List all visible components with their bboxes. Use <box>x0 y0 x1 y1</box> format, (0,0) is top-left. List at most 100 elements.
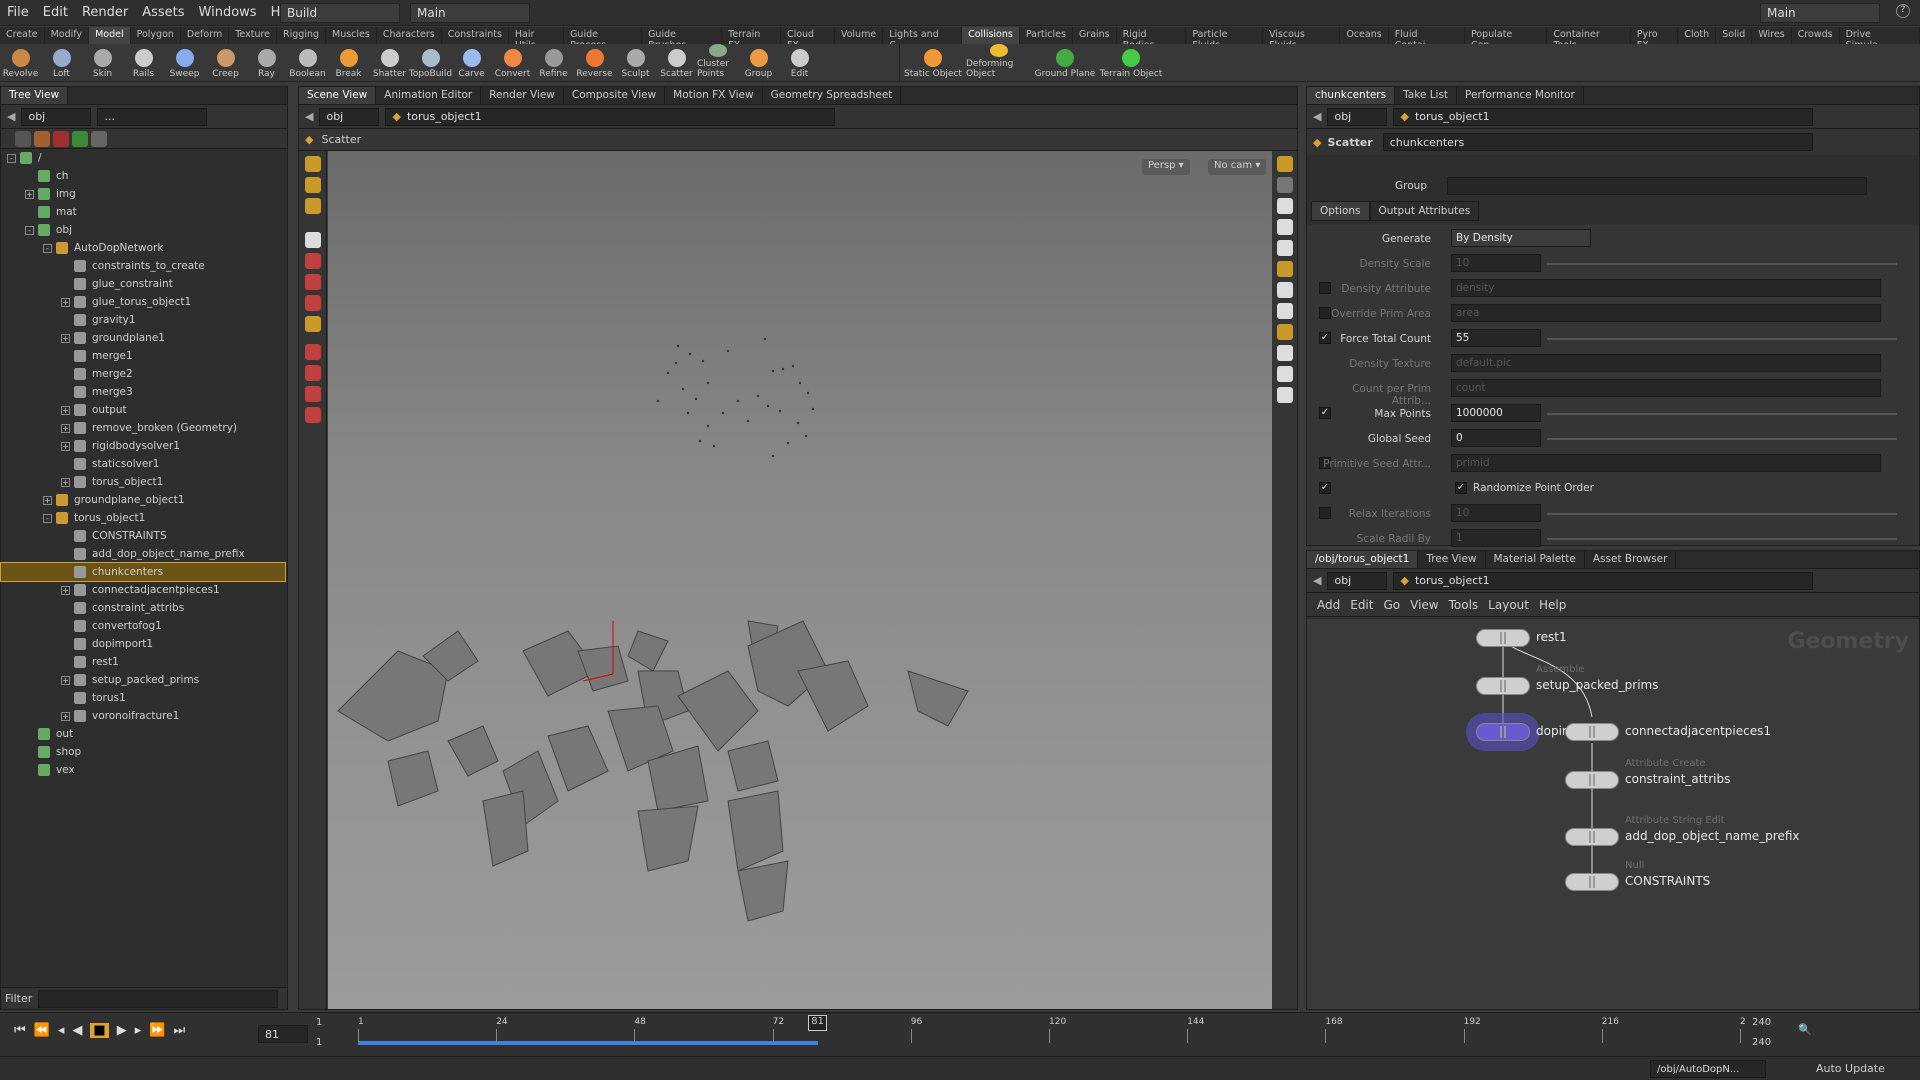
ghost-icon[interactable] <box>1276 324 1293 340</box>
display-options-icon[interactable] <box>1276 156 1293 172</box>
tree-row[interactable]: + output <box>1 401 285 419</box>
tree-row[interactable]: mat <box>1 203 285 221</box>
camera-icon[interactable] <box>1276 177 1293 193</box>
expand-icon[interactable]: + <box>43 495 52 505</box>
params-back-icon[interactable]: ◀ <box>1313 110 1321 123</box>
param-field[interactable]: By Density <box>1451 229 1591 247</box>
expand-icon[interactable]: + <box>61 711 70 721</box>
desktop-right-select[interactable]: Main <box>1760 2 1880 23</box>
tree-row[interactable]: - AutoDopNetwork <box>1 239 285 257</box>
tool-static-object[interactable]: Static Object <box>900 44 966 81</box>
tree-row[interactable]: constraint_attribs <box>1 599 285 617</box>
tree-row[interactable]: torus1 <box>1 689 285 707</box>
expand-icon[interactable]: + <box>61 405 70 415</box>
shelf-tab-guide-process[interactable]: Guide Process <box>564 27 643 51</box>
expand-icon[interactable]: + <box>61 441 70 451</box>
network-menu-add[interactable]: Add <box>1317 598 1340 612</box>
param-field[interactable]: 1000000 <box>1451 404 1541 422</box>
shelf-tab-cloth[interactable]: Cloth <box>1678 27 1717 44</box>
param-field[interactable]: default.pic <box>1451 354 1881 372</box>
tree-row[interactable]: + voronoifracture1 <box>1 707 285 725</box>
next-key-icon[interactable]: ⏩ <box>149 1023 165 1038</box>
select-arrow-icon[interactable] <box>304 232 321 248</box>
param-field[interactable]: area <box>1451 304 1881 322</box>
tool-creep[interactable]: Creep <box>205 44 246 81</box>
menu-file[interactable]: File <box>0 5 36 20</box>
viewer-path-box[interactable]: obj <box>319 107 380 126</box>
tree-path-sub[interactable]: ... <box>97 107 208 126</box>
tool-convert[interactable]: Convert <box>492 44 533 81</box>
shelf-tab-grains[interactable]: Grains <box>1073 27 1117 44</box>
tool-skin[interactable]: Skin <box>82 44 123 81</box>
group-field[interactable] <box>1447 177 1867 195</box>
step-forward-icon[interactable]: ▸ <box>135 1023 142 1038</box>
tree-row[interactable]: + remove_broken (Geometry) <box>1 419 285 437</box>
shelf-tab-solid[interactable]: Solid <box>1716 27 1753 44</box>
shelf-tab-oceans[interactable]: Oceans <box>1340 27 1389 44</box>
tab-take-list[interactable]: Take List <box>1395 87 1458 104</box>
tree-row[interactable]: + torus_object1 <box>1 473 285 491</box>
last-frame-icon[interactable]: ⏭ <box>173 1023 185 1038</box>
shelf-tab-crowds[interactable]: Crowds <box>1792 27 1840 44</box>
network-node[interactable] <box>1565 873 1619 891</box>
tree-row[interactable]: + rigidbodysolver1 <box>1 437 285 455</box>
tree-row[interactable]: dopimport1 <box>1 635 285 653</box>
param-slider[interactable] <box>1547 513 1897 515</box>
shaded-icon[interactable] <box>1276 240 1293 256</box>
tree-row[interactable]: + groundplane1 <box>1 329 285 347</box>
edge-icon[interactable] <box>1276 366 1293 382</box>
shelf-tab-deform[interactable]: Deform <box>181 27 230 44</box>
status-path[interactable]: /obj/AutoDopN... <box>1650 1060 1766 1078</box>
tab-render-view[interactable]: Render View <box>481 87 564 104</box>
shelf-tab-characters[interactable]: Characters <box>377 27 442 44</box>
expand-icon[interactable]: + <box>61 477 70 487</box>
param-field[interactable]: 10 <box>1451 254 1541 272</box>
tree-row[interactable]: shop <box>1 743 285 761</box>
tree-row[interactable]: glue_constraint <box>1 275 285 293</box>
tool-topobuild[interactable]: TopoBuild <box>409 44 452 81</box>
wireframe-icon[interactable] <box>1276 219 1293 235</box>
tree-row[interactable]: - obj <box>1 221 285 239</box>
play-back-icon[interactable]: ◀ <box>72 1023 82 1038</box>
auto-update[interactable]: Auto Update <box>1816 1062 1885 1075</box>
tool-cluster-points[interactable]: Cluster Points <box>697 44 738 81</box>
filter-input[interactable] <box>38 989 279 1008</box>
pose-icon[interactable] <box>304 316 321 332</box>
tree-row[interactable]: staticsolver1 <box>1 455 285 473</box>
desktop-build-select[interactable]: Build <box>280 2 400 23</box>
tool-group[interactable]: Group <box>738 44 779 81</box>
play-icon[interactable]: ▶ <box>117 1023 127 1038</box>
expand-icon[interactable]: + <box>25 189 34 199</box>
tab-output-attributes[interactable]: Output Attributes <box>1369 201 1480 221</box>
shelf-tab-hair-utils[interactable]: Hair Utils <box>509 27 565 51</box>
tree-row[interactable]: vex <box>1 761 285 779</box>
shelf-tab-collisions[interactable]: Collisions <box>962 27 1020 44</box>
tool-terrain-object[interactable]: Terrain Object <box>1098 44 1164 81</box>
tab-chunkcenters[interactable]: chunkcenters <box>1307 87 1396 104</box>
param-slider[interactable] <box>1547 413 1897 415</box>
desktop-main-select[interactable]: Main <box>410 2 530 23</box>
tool-shatter[interactable]: Shatter <box>369 44 410 81</box>
tree-row[interactable]: - torus_object1 <box>1 509 285 527</box>
shelf-tab-terrain-fx[interactable]: Terrain FX <box>722 27 781 51</box>
network-menu-help[interactable]: Help <box>1539 598 1566 612</box>
tree-row[interactable]: merge1 <box>1 347 285 365</box>
params-node-box[interactable]: ◆ torus_object1 <box>1393 107 1814 126</box>
first-frame-icon[interactable]: ⏮ <box>14 1023 26 1038</box>
tree-row[interactable]: + setup_packed_prims <box>1 671 285 689</box>
shelf-tab-modify[interactable]: Modify <box>45 27 90 44</box>
shelf-tab-fluid-contai-[interactable]: Fluid Contai... <box>1389 27 1465 51</box>
tree-row[interactable]: merge2 <box>1 365 285 383</box>
param-field[interactable]: density <box>1451 279 1881 297</box>
tab-material-palette[interactable]: Material Palette <box>1486 551 1585 568</box>
filter-icon[interactable] <box>15 130 31 147</box>
timeline-track[interactable]: 1 24 48 72 96 120 144 168 192 216 2 81 <box>358 1015 1746 1053</box>
tree-row[interactable]: ch <box>1 167 285 185</box>
current-frame-field[interactable]: 81 <box>258 1025 308 1043</box>
param-slider[interactable] <box>1547 438 1897 440</box>
tab-scene-view[interactable]: Scene View <box>299 87 377 104</box>
tool-rails[interactable]: Rails <box>123 44 164 81</box>
shelf-tab-create[interactable]: Create <box>0 27 45 44</box>
network-back-icon[interactable]: ◀ <box>1313 574 1321 587</box>
tool-ground-plane[interactable]: Ground Plane <box>1032 44 1098 81</box>
